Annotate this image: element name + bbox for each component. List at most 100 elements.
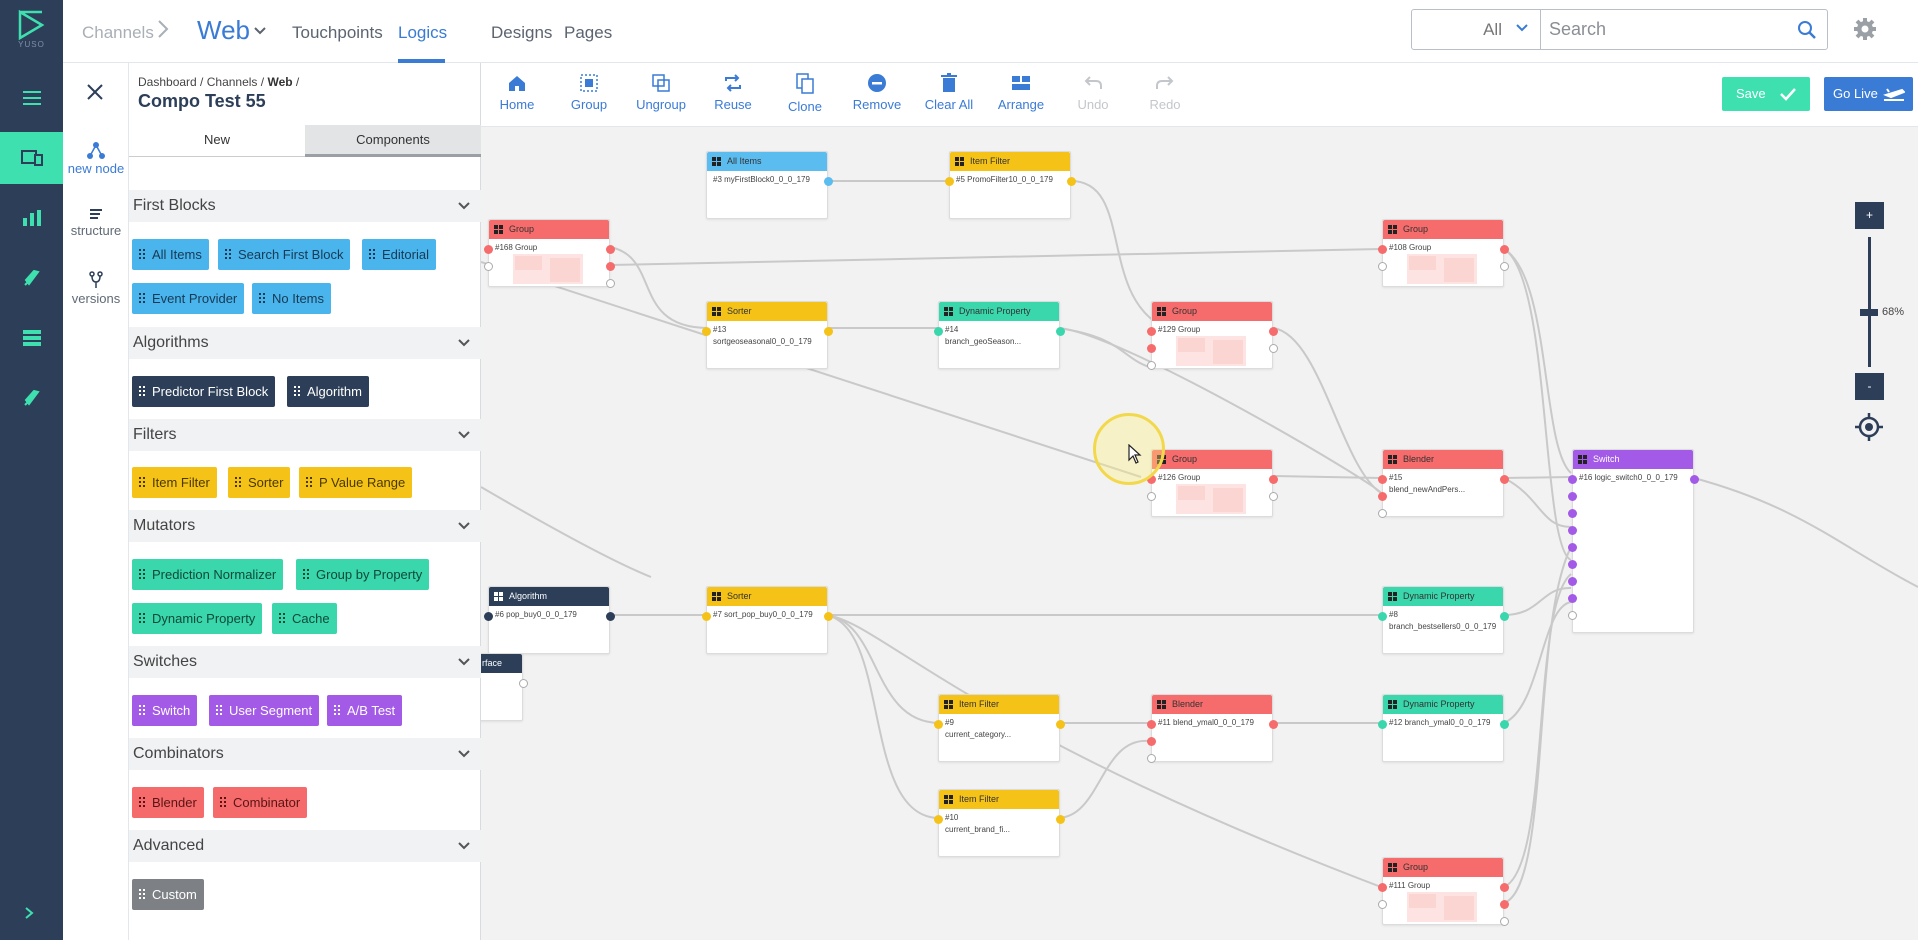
node-port[interactable] [1147,327,1156,336]
chip-blender[interactable]: Blender [132,787,204,818]
chip-event-provider[interactable]: Event Provider [132,283,245,314]
channel-selector[interactable]: Web [197,15,250,46]
node-port[interactable] [1056,815,1065,824]
chip-item-filter[interactable]: Item Filter [132,467,217,498]
chip-predictor-first-block[interactable]: Predictor First Block [132,376,276,407]
node-port[interactable] [1568,594,1577,603]
node-group[interactable]: Group #126 Group [1147,449,1278,517]
node-port[interactable] [1568,509,1577,518]
chip-switch[interactable]: Switch [132,695,198,726]
home-button[interactable]: Home [481,73,553,112]
save-button[interactable]: Save [1722,77,1810,111]
node-dynamic-property[interactable]: Dynamic Property #12 branch_ymal0_0_0_17… [1378,694,1509,762]
node-port[interactable] [606,245,615,254]
chip-editorial[interactable]: Editorial [362,239,436,270]
node-group[interactable]: Group #168 Group [484,219,615,288]
chip-ab-test[interactable]: A/B Test [327,695,403,726]
breadcrumb-channels[interactable]: Channels [82,23,154,43]
node-port[interactable] [606,279,615,288]
node-port[interactable] [1269,344,1278,353]
node-port[interactable] [1269,492,1278,501]
chip-search-first-block[interactable]: Search First Block [218,239,351,270]
logic-canvas[interactable]: All Items #3 myFirstBlock0_0_0_179 Item … [481,127,1918,940]
node-port[interactable] [1269,475,1278,484]
node-port[interactable] [1568,492,1577,501]
node-port[interactable] [1378,900,1387,909]
node-port[interactable] [934,720,943,729]
zoom-in-button[interactable]: + [1855,202,1884,229]
node-port[interactable] [1147,720,1156,729]
crumb-web[interactable]: Web [267,75,292,89]
node-port[interactable] [1378,509,1387,518]
category-filters[interactable]: Filters [129,419,481,451]
node-sorter[interactable]: Sorter #7 sort_pop_buy0_0_0_179 [702,586,833,654]
chip-custom[interactable]: Custom [132,879,204,910]
node-port[interactable] [519,679,528,688]
ungroup-button[interactable]: Ungroup [625,73,697,112]
gear-icon[interactable] [1853,17,1877,41]
node-sorter[interactable]: Sorter #13 sortgeoseasonal0_0_0_179 [702,301,833,369]
arrange-button[interactable]: Arrange [985,73,1057,112]
node-port[interactable] [824,612,833,621]
category-combinators[interactable]: Combinators [129,738,481,770]
chevron-down-icon[interactable] [253,24,267,38]
node-port[interactable] [1568,526,1577,535]
database-icon[interactable] [0,312,63,364]
chip-p-value-range[interactable]: P Value Range [299,467,413,498]
node-port[interactable] [606,262,615,271]
node-port[interactable] [1378,475,1387,484]
crumb-channels[interactable]: Channels [207,75,258,89]
node-port[interactable] [1568,611,1577,620]
go-live-button[interactable]: Go Live [1824,77,1913,111]
node-dynamic-property[interactable]: Dynamic Property #8 branch_bestsellers0_0… [1378,586,1509,654]
redo-button[interactable]: Redo [1129,73,1201,112]
chip-dynamic-property[interactable]: Dynamic Property [132,603,263,634]
category-switches[interactable]: Switches [129,646,481,678]
rocket-icon[interactable] [0,372,63,424]
node-port[interactable] [702,612,711,621]
analytics-icon[interactable] [0,192,63,244]
node-port[interactable] [1378,612,1387,621]
node-group[interactable]: Group #129 Group [1147,301,1278,370]
category-advanced[interactable]: Advanced [129,830,481,862]
search-input[interactable] [1549,19,1789,40]
chip-cache[interactable]: Cache [272,603,337,634]
node-group[interactable]: Group #111 Group [1378,857,1509,926]
versions-button[interactable]: versions [63,271,129,306]
node-port[interactable] [1147,492,1156,501]
tab-new[interactable]: New [129,125,305,157]
node-port[interactable] [934,327,943,336]
group-button[interactable]: Group [553,73,625,112]
chip-algorithm[interactable]: Algorithm [287,376,369,407]
node-port[interactable] [945,177,954,186]
node-port[interactable] [1500,262,1509,271]
node-port[interactable] [1147,361,1156,370]
node-port[interactable] [606,612,615,621]
node-all-items[interactable]: All Items #3 myFirstBlock0_0_0_179 [706,151,833,219]
node-port[interactable] [1568,560,1577,569]
node-port[interactable] [1378,245,1387,254]
center-view-icon[interactable] [1855,413,1883,441]
remove-button[interactable]: Remove [841,73,913,112]
node-port[interactable] [1378,883,1387,892]
node-port[interactable] [1147,754,1156,763]
search-icon[interactable] [1797,20,1817,40]
clear-all-button[interactable]: Clear All [913,73,985,112]
chip-no-items[interactable]: No Items [252,283,332,314]
node-port[interactable] [1500,612,1509,621]
node-port[interactable] [1056,327,1065,336]
search-scope-select[interactable]: All [1412,10,1541,49]
structure-button[interactable]: structure [63,207,129,238]
category-mutators[interactable]: Mutators [129,510,481,542]
node-port[interactable] [1568,543,1577,552]
node-group[interactable]: Group #108 Group [1378,219,1509,287]
node-item-filter[interactable]: Item Filter #5 PromoFilter10_0_0_179 [945,151,1076,219]
chip-combinator[interactable]: Combinator [213,787,308,818]
node-port[interactable] [1568,577,1577,586]
node-port[interactable] [1500,883,1509,892]
reuse-button[interactable]: Reuse [697,73,769,112]
node-item-filter[interactable]: Item Filter #10 current_brand_fi... [934,789,1065,857]
chip-sorter[interactable]: Sorter [228,467,291,498]
channels-icon[interactable] [0,132,63,184]
node-item-filter[interactable]: Item Filter #9 current_category... [934,694,1065,762]
